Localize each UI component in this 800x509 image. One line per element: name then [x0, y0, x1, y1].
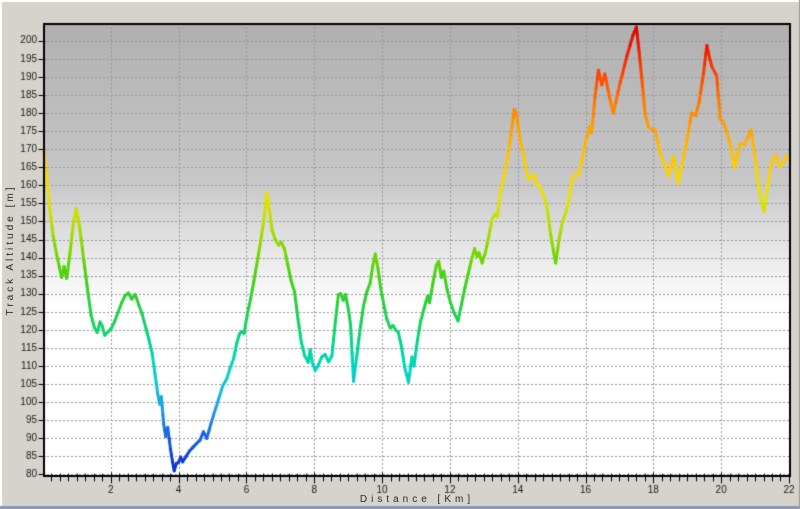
x-axis-title: Distance [Km] [360, 494, 474, 505]
y-axis-title: Track Altitude [m] [5, 185, 16, 316]
elevation-chart-canvas [0, 0, 800, 509]
elevation-profile-window: Track Altitude [m] Distance [Km] [0, 0, 800, 509]
